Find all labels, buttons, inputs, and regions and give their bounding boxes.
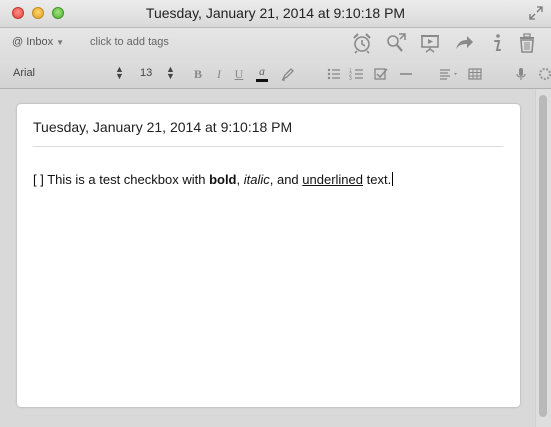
body-bold-text: bold bbox=[209, 172, 237, 187]
note-editor[interactable]: Tuesday, January 21, 2014 at 9:10:18 PM … bbox=[17, 104, 520, 407]
tags-field[interactable]: click to add tags bbox=[90, 36, 169, 48]
text-color-swatch bbox=[256, 79, 268, 82]
svg-text:3: 3 bbox=[349, 76, 352, 82]
trash-icon[interactable] bbox=[516, 32, 538, 54]
body-suffix: text. bbox=[363, 172, 392, 187]
note-title[interactable]: Tuesday, January 21, 2014 at 9:10:18 PM bbox=[33, 119, 292, 135]
notebook-selector[interactable]: @ Inbox ▼ bbox=[12, 36, 64, 48]
font-size-select[interactable]: 13 bbox=[140, 67, 152, 79]
numbered-list-icon[interactable]: 123 bbox=[348, 65, 366, 83]
body-prefix: [ ] This is a test checkbox with bbox=[33, 172, 210, 187]
text-color-label: a bbox=[259, 64, 265, 78]
format-toolbar: Arial ▲ ▼ 13 ▲ ▼ B I U a 123 bbox=[0, 60, 551, 89]
activity-spinner-icon bbox=[536, 65, 551, 83]
text-color-button[interactable]: a bbox=[256, 64, 268, 82]
horizontal-rule-icon[interactable] bbox=[397, 65, 415, 83]
body-italic-text: italic bbox=[243, 172, 270, 187]
highlighter-icon[interactable] bbox=[279, 65, 297, 83]
text-cursor bbox=[392, 172, 394, 186]
body-separator-1: , bbox=[236, 172, 244, 187]
font-family-select[interactable]: Arial bbox=[13, 67, 35, 79]
title-bar: Tuesday, January 21, 2014 at 9:10:18 PM bbox=[0, 0, 551, 28]
scrollbar-thumb[interactable] bbox=[539, 95, 547, 417]
window-title: Tuesday, January 21, 2014 at 9:10:18 PM bbox=[145, 5, 406, 21]
bullet-list-icon[interactable] bbox=[325, 65, 343, 83]
note-body-text[interactable]: [ ] This is a test checkbox with bold, i… bbox=[33, 172, 394, 187]
alarm-clock-icon[interactable] bbox=[351, 32, 373, 54]
vertical-scrollbar[interactable] bbox=[535, 89, 551, 427]
italic-button[interactable]: I bbox=[210, 65, 228, 83]
bold-button[interactable]: B bbox=[189, 65, 207, 83]
note-window: Tuesday, January 21, 2014 at 9:10:18 PM … bbox=[0, 0, 551, 427]
table-icon[interactable] bbox=[466, 65, 484, 83]
share-search-icon[interactable] bbox=[385, 32, 407, 54]
underline-button[interactable]: U bbox=[230, 65, 248, 83]
note-toolbar: @ Inbox ▼ click to add tags bbox=[0, 28, 551, 60]
body-underlined-text: underlined bbox=[302, 172, 363, 187]
notebook-label: @ Inbox bbox=[12, 36, 54, 48]
chevron-down-icon: ▼ bbox=[56, 38, 65, 47]
font-size-stepper[interactable]: ▲ ▼ bbox=[166, 65, 175, 81]
font-family-stepper[interactable]: ▲ ▼ bbox=[115, 65, 124, 81]
fullscreen-icon[interactable] bbox=[529, 6, 543, 20]
share-arrow-icon[interactable] bbox=[453, 32, 475, 54]
microphone-icon[interactable] bbox=[512, 65, 530, 83]
body-separator-2: , and bbox=[269, 172, 303, 187]
note-scroll-area[interactable]: Tuesday, January 21, 2014 at 9:10:18 PM … bbox=[0, 89, 551, 427]
alignment-icon[interactable] bbox=[438, 65, 462, 83]
presentation-icon[interactable] bbox=[419, 32, 441, 54]
title-divider bbox=[33, 146, 503, 147]
checkbox-icon[interactable] bbox=[372, 65, 390, 83]
info-icon[interactable] bbox=[486, 32, 508, 54]
